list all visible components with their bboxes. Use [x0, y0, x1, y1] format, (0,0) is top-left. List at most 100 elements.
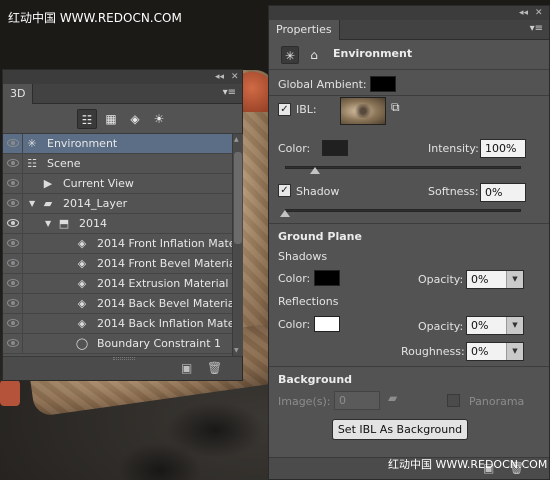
reflections-opacity-dropdown[interactable]: 0% ▼	[466, 316, 524, 335]
tab-properties[interactable]: Properties	[269, 20, 340, 40]
chevron-down-icon[interactable]: ▼	[506, 343, 523, 360]
list-item-material[interactable]: ◈ 2014 Back Bevel Material	[3, 294, 232, 314]
expand-triangle-icon[interactable]: ▼	[29, 194, 35, 213]
list-item-label: Boundary Constraint 1	[97, 337, 221, 350]
properties-panel: ◂◂ ✕ Properties ▾≡ ✳ ⌂ Environment Globa…	[268, 5, 550, 480]
list-item-layer[interactable]: ▼ ▰ 2014_Layer	[3, 194, 232, 214]
chevron-down-icon[interactable]: ▼	[506, 271, 523, 288]
folder-icon: ▰	[43, 197, 53, 210]
properties-title: Environment	[333, 47, 413, 60]
material-icon: ◈	[77, 317, 87, 330]
chevron-down-icon[interactable]: ▼	[506, 317, 523, 334]
divider	[269, 95, 549, 96]
delete-icon[interactable]: 🗑	[207, 361, 222, 375]
shadows-opacity-dropdown[interactable]: 0% ▼	[466, 270, 524, 289]
ibl-texture-thumbnail[interactable]	[340, 97, 386, 125]
collapse-icon[interactable]: ◂◂	[519, 6, 528, 20]
add-object-icon[interactable]: ▣	[181, 361, 192, 375]
visibility-eye-icon[interactable]	[7, 159, 19, 167]
mesh-filter-icon[interactable]: ▦	[101, 109, 121, 129]
3d-toolbar: ☷ ▦ ◈ ☀	[3, 104, 242, 134]
list-item-constraint[interactable]: ◯ Boundary Constraint 1	[3, 334, 232, 354]
watermark-bottom: 红动中国 WWW.REDOCN.COM	[388, 458, 548, 471]
shadow-label: Shadow	[296, 185, 340, 198]
material-icon: ◈	[77, 257, 87, 270]
reflections-opacity-label: Opacity:	[418, 320, 464, 333]
visibility-eye-icon[interactable]	[7, 139, 19, 147]
list-item-mesh[interactable]: ▼ ⬒ 2014	[3, 214, 232, 234]
color-label: Color:	[278, 142, 311, 155]
reflections-color-label: Color:	[278, 318, 311, 331]
scroll-up-icon[interactable]: ▲	[234, 136, 239, 143]
visibility-eye-icon[interactable]	[7, 259, 19, 267]
shadows-color-swatch[interactable]	[314, 270, 340, 286]
properties-tabbar: Properties ▾≡	[269, 20, 549, 40]
resize-grip[interactable]	[113, 357, 135, 360]
ibl-checkbox[interactable]: ✓	[278, 103, 291, 116]
shadows-opacity-label: Opacity:	[418, 273, 464, 286]
intensity-field[interactable]: 100%	[480, 139, 526, 158]
tab-3d[interactable]: 3D	[3, 84, 34, 104]
folder-icon[interactable]: ▰	[388, 391, 397, 405]
collapse-icon[interactable]: ◂◂	[215, 70, 224, 84]
intensity-slider-thumb[interactable]	[309, 167, 320, 174]
images-label: Image(s):	[278, 395, 331, 408]
visibility-eye-icon[interactable]	[7, 339, 19, 347]
roughness-label: Roughness:	[401, 345, 465, 358]
list-item-material[interactable]: ◈ 2014 Back Inflation Mate...	[3, 314, 232, 334]
scroll-down-icon[interactable]: ▼	[234, 347, 239, 354]
roughness-dropdown[interactable]: 0% ▼	[466, 342, 524, 361]
reflections-color-swatch[interactable]	[314, 316, 340, 332]
edit-texture-icon[interactable]: ⧉	[391, 100, 400, 115]
expand-triangle-icon[interactable]: ▼	[45, 214, 51, 233]
softness-slider[interactable]	[285, 209, 521, 212]
model-fragment	[0, 380, 20, 406]
visibility-eye-icon[interactable]	[7, 199, 19, 207]
close-icon[interactable]: ✕	[535, 6, 543, 20]
close-icon[interactable]: ✕	[231, 70, 239, 84]
panorama-checkbox[interactable]	[447, 394, 460, 407]
shadows-label: Shadows	[278, 250, 328, 263]
visibility-eye-icon[interactable]	[7, 279, 19, 287]
panel-menu-icon[interactable]: ▾≡	[530, 23, 543, 34]
list-item-environment[interactable]: ✳ Environment	[3, 134, 232, 154]
ground-plane-title: Ground Plane	[278, 230, 362, 243]
panel-top-bar: ◂◂ ✕	[269, 6, 549, 20]
visibility-eye-icon[interactable]	[7, 219, 19, 227]
images-field[interactable]: 0	[334, 391, 380, 410]
environment-icon[interactable]: ✳	[281, 46, 299, 64]
list-item-scene[interactable]: ☷ Scene	[3, 154, 232, 174]
list-item-material[interactable]: ◈ 2014 Extrusion Material	[3, 274, 232, 294]
intensity-slider[interactable]	[285, 166, 521, 169]
watermark-top: 红动中国 WWW.REDOCN.COM	[8, 11, 182, 25]
intensity-label: Intensity:	[428, 142, 479, 155]
list-item-current-view[interactable]: ▶ Current View	[3, 174, 232, 194]
mesh-icon: ⬒	[58, 217, 70, 230]
softness-field[interactable]: 0%	[480, 183, 526, 202]
set-ibl-as-background-button[interactable]: Set IBL As Background	[332, 419, 468, 440]
layer-list-scrollbar[interactable]: ▲ ▼	[232, 134, 243, 356]
panorama-label: Panorama	[469, 395, 525, 408]
light-filter-icon[interactable]: ☀	[149, 109, 169, 129]
camera-icon: ▶	[43, 177, 53, 190]
global-ambient-swatch[interactable]	[370, 76, 396, 92]
scroll-thumb[interactable]	[234, 152, 242, 244]
list-item-label: 2014	[79, 217, 107, 230]
scene-filter-icon[interactable]: ☷	[77, 109, 97, 129]
shadow-checkbox[interactable]: ✓	[278, 184, 291, 197]
visibility-eye-icon[interactable]	[7, 299, 19, 307]
list-item-material[interactable]: ◈ 2014 Front Inflation Mate...	[3, 234, 232, 254]
list-item-label: 2014 Front Bevel Material	[97, 257, 232, 270]
visibility-eye-icon[interactable]	[7, 239, 19, 247]
list-item-material[interactable]: ◈ 2014 Front Bevel Material	[3, 254, 232, 274]
softness-slider-thumb[interactable]	[280, 210, 290, 217]
3d-panel: ◂◂ ✕ 3D ▾≡ ☷ ▦ ◈ ☀ ✳ Environment ☷ Scene…	[2, 69, 243, 381]
material-filter-icon[interactable]: ◈	[125, 109, 145, 129]
scene-icon[interactable]: ⌂	[305, 46, 323, 64]
visibility-eye-icon[interactable]	[7, 319, 19, 327]
panel-menu-icon[interactable]: ▾≡	[223, 87, 236, 98]
3d-tabbar: 3D ▾≡	[3, 84, 242, 104]
shadows-color-label: Color:	[278, 272, 311, 285]
visibility-eye-icon[interactable]	[7, 179, 19, 187]
ibl-color-swatch[interactable]	[322, 140, 348, 156]
